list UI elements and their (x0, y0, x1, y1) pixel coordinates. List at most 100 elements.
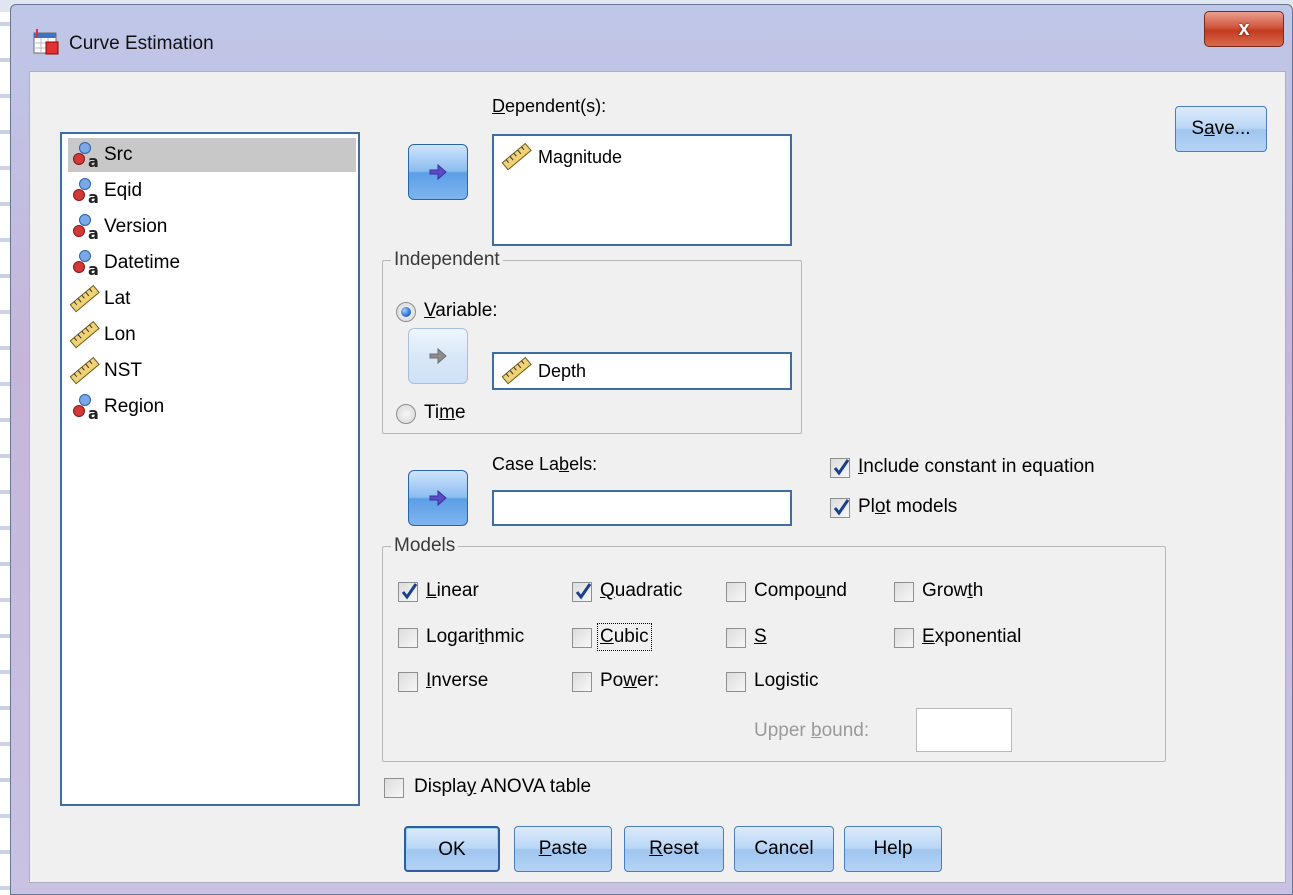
plot-models-label[interactable]: Plot models (858, 496, 957, 518)
quadratic-label[interactable]: Quadratic (600, 580, 682, 602)
scale-ruler-icon (68, 284, 102, 314)
logistic-label[interactable]: Logistic (754, 670, 818, 692)
upper-bound-input[interactable] (916, 708, 1012, 752)
s-checkbox[interactable] (726, 628, 746, 648)
growth-checkbox[interactable] (894, 582, 914, 602)
paste-button[interactable]: Paste (514, 826, 612, 872)
close-button[interactable]: x (1204, 11, 1284, 47)
variable-item[interactable]: a Region (68, 390, 356, 424)
checkmark-icon (575, 583, 592, 600)
power-checkbox[interactable] (572, 672, 592, 692)
variable-item[interactable]: NST (68, 354, 356, 388)
independent-item[interactable]: Depth (500, 356, 586, 386)
variable-radio[interactable] (396, 302, 416, 322)
logistic-checkbox[interactable] (726, 672, 746, 692)
right-arrow-icon (429, 163, 447, 181)
include-constant-checkbox[interactable] (830, 458, 850, 478)
variable-item[interactable]: Lon (68, 318, 356, 352)
s-label[interactable]: S (754, 626, 767, 648)
models-legend: Models (391, 535, 459, 557)
move-to-dependent-button[interactable] (408, 144, 468, 200)
scale-ruler-icon (68, 320, 102, 350)
move-to-independent-button[interactable] (408, 328, 468, 384)
variable-label: Eqid (104, 180, 143, 201)
quadratic-checkbox[interactable] (572, 582, 592, 602)
help-button[interactable]: Help (844, 826, 942, 872)
plot-models-checkbox[interactable] (830, 498, 850, 518)
time-radio[interactable] (396, 404, 416, 424)
dependent-label: Dependent(s): (492, 96, 607, 116)
variable-label: Region (104, 396, 165, 417)
nominal-string-icon: a (68, 212, 102, 243)
cubic-label[interactable]: Cubic (597, 623, 652, 651)
svg-text:a: a (88, 224, 99, 242)
variable-label: Version (104, 216, 168, 237)
nominal-string-icon: a (68, 140, 102, 171)
display-anova-label[interactable]: Display ANOVA table (414, 776, 591, 798)
svg-text:a: a (88, 152, 99, 170)
title-bar[interactable]: Curve Estimation x (11, 5, 1292, 71)
case-labels-label: Case Labels: (492, 454, 598, 474)
upper-bound-label: Upper bound: (754, 720, 870, 741)
logarithmic-label[interactable]: Logarithmic (426, 626, 524, 648)
dialog-body: a Src a Eqid a Version a Datetime Lat Lon NST a Regi… (29, 71, 1286, 883)
close-icon: x (1238, 18, 1250, 40)
curve-estimation-app-icon (33, 29, 59, 55)
move-to-case-labels-button[interactable] (408, 470, 468, 526)
independent-value: Depth (538, 360, 587, 381)
exponential-label[interactable]: Exponential (922, 626, 1021, 648)
variable-radio-label[interactable]: Variable: (424, 300, 498, 322)
variable-label: Lon (104, 324, 136, 345)
compound-checkbox[interactable] (726, 582, 746, 602)
time-radio-label[interactable]: Time (424, 402, 466, 424)
save-button[interactable]: Save... (1175, 106, 1267, 152)
curve-estimation-dialog: Curve Estimation x a Src a Eqid a Version a Dat… (10, 4, 1293, 895)
compound-label[interactable]: Compound (754, 580, 847, 602)
nominal-string-icon: a (68, 248, 102, 279)
scale-ruler-icon (501, 356, 532, 385)
include-constant-label[interactable]: Include constant in equation (858, 456, 1095, 478)
checkmark-icon (833, 499, 850, 516)
variable-item[interactable]: a Eqid (68, 174, 356, 208)
nominal-string-icon: a (68, 392, 102, 423)
ok-button[interactable]: OK (404, 826, 500, 872)
checkmark-icon (833, 459, 850, 476)
window-title: Curve Estimation (69, 33, 214, 54)
variable-label: Lat (104, 288, 131, 309)
power-label[interactable]: Power: (600, 670, 659, 692)
scale-ruler-icon (68, 356, 102, 386)
exponential-checkbox[interactable] (894, 628, 914, 648)
variable-label: NST (104, 360, 142, 381)
svg-text:a: a (88, 404, 99, 422)
growth-label[interactable]: Growth (922, 580, 983, 602)
inverse-checkbox[interactable] (398, 672, 418, 692)
right-arrow-icon (429, 347, 447, 365)
scale-ruler-icon (501, 142, 532, 171)
independent-legend: Independent (391, 249, 503, 271)
variable-label: Datetime (104, 252, 181, 273)
linear-label[interactable]: Linear (426, 580, 479, 602)
svg-text:a: a (88, 188, 99, 206)
variable-item[interactable]: a Src (68, 138, 356, 172)
case-labels-field[interactable] (492, 490, 792, 526)
dependent-value: Magnitude (538, 146, 623, 167)
reset-button[interactable]: Reset (624, 826, 724, 872)
independent-variable-field[interactable]: Depth (492, 352, 792, 390)
variable-item[interactable]: a Datetime (68, 246, 356, 280)
display-anova-checkbox[interactable] (384, 778, 404, 798)
cubic-checkbox[interactable] (572, 628, 592, 648)
source-variable-list[interactable]: a Src a Eqid a Version a Datetime Lat Lon NST a Regi… (60, 132, 360, 806)
svg-text:a: a (88, 260, 99, 278)
variable-item[interactable]: Lat (68, 282, 356, 316)
logarithmic-checkbox[interactable] (398, 628, 418, 648)
checkmark-icon (401, 583, 418, 600)
dependent-list[interactable]: Magnitude (492, 134, 792, 246)
variable-item[interactable]: a Version (68, 210, 356, 244)
variable-label: Src (104, 144, 133, 165)
right-arrow-icon (429, 489, 447, 507)
linear-checkbox[interactable] (398, 582, 418, 602)
nominal-string-icon: a (68, 176, 102, 207)
inverse-label[interactable]: Inverse (426, 670, 488, 692)
dependent-item[interactable]: Magnitude (500, 142, 622, 172)
cancel-button[interactable]: Cancel (734, 826, 834, 872)
